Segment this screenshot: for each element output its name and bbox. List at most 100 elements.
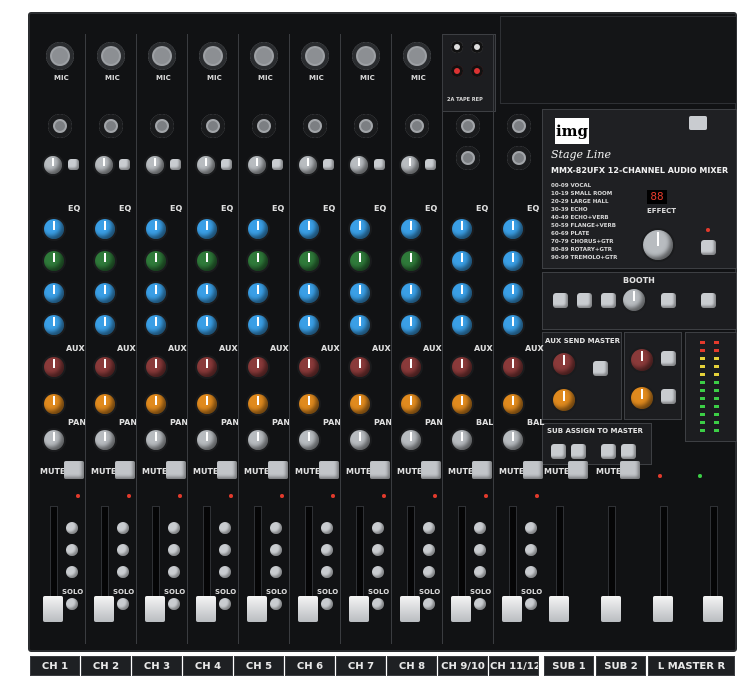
eq-mid-knob[interactable]	[197, 283, 217, 303]
aux1-send-knob[interactable]	[452, 357, 472, 377]
mute-button[interactable]	[64, 461, 84, 479]
gain-knob[interactable]	[299, 156, 317, 174]
eq-mid-freq-knob[interactable]	[299, 251, 319, 271]
booth-level-knob[interactable]	[623, 289, 645, 311]
eq-high-knob[interactable]	[299, 219, 319, 239]
channel-fader-knob[interactable]	[451, 596, 471, 622]
solo-button[interactable]	[525, 598, 537, 610]
pfl-button[interactable]	[219, 522, 231, 534]
pan-knob[interactable]	[197, 430, 217, 450]
aux1-send-knob[interactable]	[503, 357, 523, 377]
solo-button[interactable]	[219, 598, 231, 610]
line-input-jack[interactable]	[201, 114, 225, 138]
aux2-send-knob[interactable]	[44, 394, 64, 414]
aux1-send-knob[interactable]	[146, 357, 166, 377]
eq-low-knob[interactable]	[299, 315, 319, 335]
eq-mid-freq-knob[interactable]	[452, 251, 472, 271]
mute-button[interactable]	[421, 461, 441, 479]
eq-mid-knob[interactable]	[350, 283, 370, 303]
mic-input-xlr[interactable]	[199, 42, 227, 70]
lr-button[interactable]	[423, 566, 435, 578]
eq-high-knob[interactable]	[95, 219, 115, 239]
channel-fader-knob[interactable]	[43, 596, 63, 622]
master-r-fader-knob[interactable]	[703, 596, 723, 622]
pan-knob[interactable]	[95, 430, 115, 450]
booth-pfl-button[interactable]	[553, 293, 568, 308]
booth-phone-button[interactable]	[701, 293, 716, 308]
tape-in-l-rca[interactable]	[451, 41, 463, 53]
tape-out-l-rca[interactable]	[451, 65, 463, 77]
line-input-jack[interactable]	[456, 114, 480, 138]
effect-select-knob[interactable]	[643, 230, 673, 260]
tape-out-r-rca[interactable]	[471, 65, 483, 77]
pan-knob[interactable]	[44, 430, 64, 450]
eq-mid-freq-knob[interactable]	[248, 251, 268, 271]
aux-master-2-knob[interactable]	[553, 389, 575, 411]
eq-low-knob[interactable]	[197, 315, 217, 335]
lr-button[interactable]	[372, 566, 384, 578]
eq-high-knob[interactable]	[503, 219, 523, 239]
eq-low-knob[interactable]	[146, 315, 166, 335]
aux1-send-knob[interactable]	[350, 357, 370, 377]
sub12-button[interactable]	[168, 544, 180, 556]
line-input-jack[interactable]	[48, 114, 72, 138]
sub2-l-button[interactable]	[601, 444, 616, 459]
gain-knob[interactable]	[44, 156, 62, 174]
eq-mid-knob[interactable]	[95, 283, 115, 303]
gain-knob[interactable]	[197, 156, 215, 174]
mute-button[interactable]	[217, 461, 237, 479]
gain-knob[interactable]	[401, 156, 419, 174]
gain-knob[interactable]	[350, 156, 368, 174]
sub12-button[interactable]	[321, 544, 333, 556]
aux2-send-knob[interactable]	[248, 394, 268, 414]
eq-mid-knob[interactable]	[299, 283, 319, 303]
booth-sub-button[interactable]	[601, 293, 616, 308]
aux-master-solo-button[interactable]	[593, 361, 608, 376]
aux-master-1-knob[interactable]	[553, 353, 575, 375]
mute-button[interactable]	[268, 461, 288, 479]
solo-button[interactable]	[270, 598, 282, 610]
pad-button[interactable]	[170, 159, 181, 170]
mic-input-xlr[interactable]	[46, 42, 74, 70]
eq-mid-knob[interactable]	[401, 283, 421, 303]
solo-button[interactable]	[423, 598, 435, 610]
pad-button[interactable]	[323, 159, 334, 170]
mute-button[interactable]	[370, 461, 390, 479]
mute-button[interactable]	[319, 461, 339, 479]
aux2-send-knob[interactable]	[197, 394, 217, 414]
pad-button[interactable]	[221, 159, 232, 170]
eq-high-knob[interactable]	[146, 219, 166, 239]
sub12-button[interactable]	[372, 544, 384, 556]
eq-high-knob[interactable]	[44, 219, 64, 239]
eq-low-knob[interactable]	[44, 315, 64, 335]
pan-knob[interactable]	[146, 430, 166, 450]
sub12-button[interactable]	[525, 544, 537, 556]
effect-bypass-button[interactable]	[701, 240, 716, 255]
aux1-send-knob[interactable]	[248, 357, 268, 377]
pan-knob[interactable]	[248, 430, 268, 450]
gain-knob[interactable]	[248, 156, 266, 174]
line-input-jack[interactable]	[354, 114, 378, 138]
sub12-button[interactable]	[423, 544, 435, 556]
mute-button[interactable]	[472, 461, 492, 479]
eq-mid-knob[interactable]	[248, 283, 268, 303]
pan-knob[interactable]	[401, 430, 421, 450]
sub-mute-button[interactable]	[620, 461, 640, 479]
pfl-button[interactable]	[423, 522, 435, 534]
master-l-fader-knob[interactable]	[653, 596, 673, 622]
aux2-send-knob[interactable]	[452, 394, 472, 414]
lr-button[interactable]	[117, 566, 129, 578]
lr-button[interactable]	[270, 566, 282, 578]
mute-button[interactable]	[115, 461, 135, 479]
line-input-jack[interactable]	[150, 114, 174, 138]
eq-mid-freq-knob[interactable]	[503, 251, 523, 271]
eq-mid-freq-knob[interactable]	[350, 251, 370, 271]
pad-button[interactable]	[272, 159, 283, 170]
channel-fader-knob[interactable]	[298, 596, 318, 622]
eq-mid-freq-knob[interactable]	[401, 251, 421, 271]
aux1-send-knob[interactable]	[44, 357, 64, 377]
eq-low-knob[interactable]	[95, 315, 115, 335]
booth-tape-button[interactable]	[577, 293, 592, 308]
fx-return-assign-button[interactable]	[661, 389, 676, 404]
gain-knob[interactable]	[95, 156, 113, 174]
